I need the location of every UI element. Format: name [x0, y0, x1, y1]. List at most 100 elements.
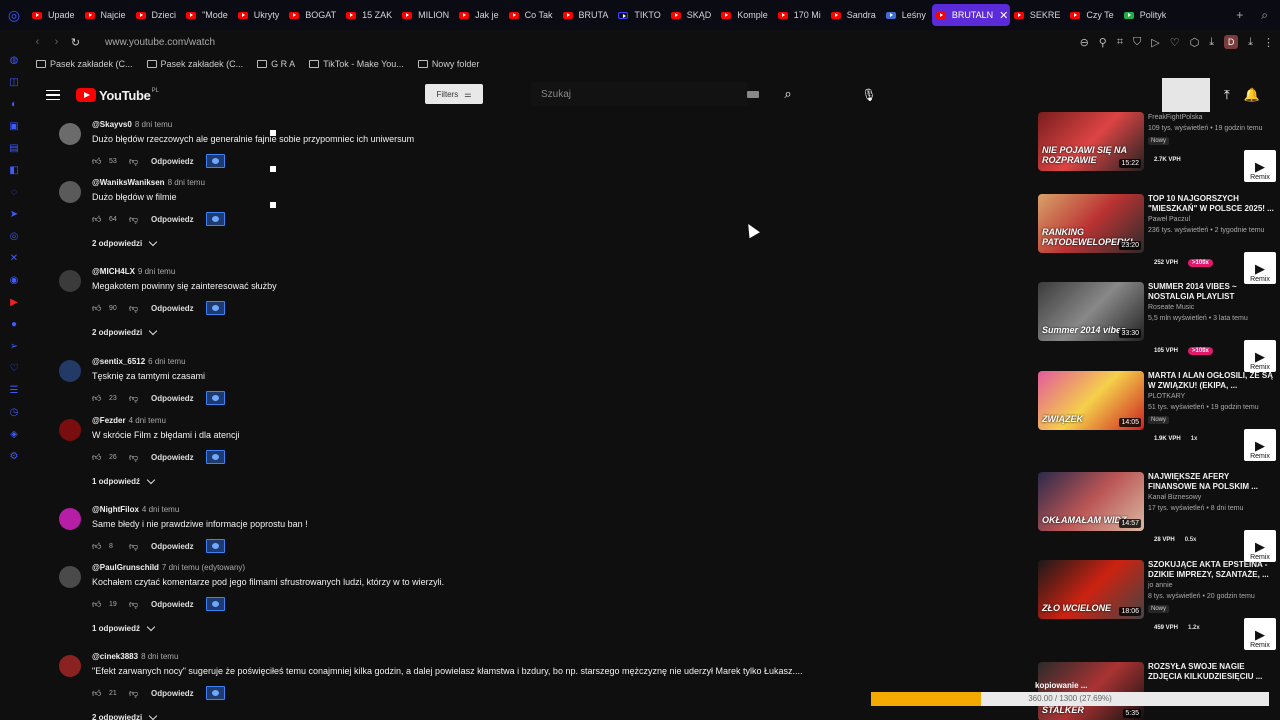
- translate-extension-icon[interactable]: [205, 597, 225, 611]
- browser-tab[interactable]: SEKRE: [1010, 4, 1067, 26]
- video-thumbnail[interactable]: RANKING PATODEWELOPERKI 23:20: [1038, 194, 1144, 253]
- dislike-icon[interactable]: 👎︎: [129, 393, 141, 404]
- show-replies-button[interactable]: 2 odpowiedzi: [92, 326, 158, 337]
- video-title[interactable]: TOP 10 NAJGORSZYCH "MIESZKAŃ" W POLSCE 2…: [1148, 194, 1276, 214]
- comment-time[interactable]: 8 dni temu: [168, 178, 205, 187]
- video-title[interactable]: SZOKUJĄCE AKTA EPSTEINA - DZIKIE IMPREZY…: [1148, 560, 1276, 580]
- browser-tab[interactable]: 170 Mi: [774, 4, 827, 26]
- screenshot-icon[interactable]: ⌗: [1117, 36, 1123, 49]
- video-title[interactable]: ROZSYŁA SWOJE NAGIE ZDJĘCIA KILKUDZIESIĘ…: [1148, 662, 1276, 682]
- browser-tab[interactable]: Sandra: [827, 4, 882, 26]
- sidebar-circle-icon[interactable]: ●: [8, 318, 20, 332]
- browser-tab[interactable]: Komple: [717, 4, 774, 26]
- comment-time[interactable]: 6 dni temu: [148, 357, 185, 366]
- translate-extension-icon[interactable]: [205, 301, 225, 315]
- comment-time[interactable]: 4 dni temu: [129, 416, 166, 425]
- sidebar-heart-icon[interactable]: ♡: [8, 362, 20, 376]
- video-channel[interactable]: PLOTKARY: [1148, 393, 1185, 400]
- comment-time[interactable]: 8 dni temu: [135, 120, 172, 129]
- translate-extension-icon[interactable]: [205, 450, 225, 464]
- profile-avatar[interactable]: D: [1224, 35, 1239, 49]
- comment-time[interactable]: 9 dni temu: [138, 267, 175, 276]
- extensions-icon[interactable]: ⬡: [1190, 36, 1200, 49]
- avatar[interactable]: [59, 360, 81, 382]
- browser-tab[interactable]: Jak je: [455, 4, 505, 26]
- remix-button[interactable]: ▶ Remix: [1244, 530, 1276, 562]
- translate-extension-icon[interactable]: [205, 391, 225, 405]
- reply-button[interactable]: Odpowiedz: [151, 689, 194, 698]
- avatar[interactable]: [59, 181, 81, 203]
- create-button[interactable]: [1162, 78, 1210, 112]
- notifications-bell-icon[interactable]: 🔔: [1244, 87, 1260, 103]
- comment-time[interactable]: 8 dni temu: [141, 652, 178, 661]
- filters-button[interactable]: Filters ⚌: [425, 84, 483, 104]
- browser-tab[interactable]: Leśny: [882, 4, 932, 26]
- browser-tab[interactable]: 15 ZAK: [342, 4, 398, 26]
- browser-tab[interactable]: BRUTALN ✕: [931, 4, 1010, 26]
- play-icon[interactable]: ▷: [1151, 36, 1159, 49]
- browser-tab[interactable]: BOGAT: [285, 4, 342, 26]
- sidebar-chat-icon[interactable]: ◌: [8, 186, 20, 200]
- show-replies-button[interactable]: 2 odpowiedzi: [92, 237, 158, 248]
- remix-button[interactable]: ▶ Remix: [1244, 618, 1276, 650]
- like-icon[interactable]: 👍︎: [92, 214, 102, 224]
- browser-tab[interactable]: BRUTA: [559, 4, 615, 26]
- translate-extension-icon[interactable]: [205, 686, 225, 700]
- back-icon[interactable]: ‹: [28, 36, 47, 48]
- like-icon[interactable]: 👍︎: [92, 541, 102, 551]
- browser-tab[interactable]: SKĄD: [667, 4, 718, 26]
- menu-dots-icon[interactable]: ⋮: [1263, 36, 1274, 49]
- sidebar-youtube-icon[interactable]: ▶: [8, 296, 20, 310]
- close-tab-icon[interactable]: ✕: [999, 9, 1008, 22]
- video-title[interactable]: MARTA I ALAN OGŁOSILI, ŻE SĄ W ZWIĄZKU! …: [1148, 371, 1276, 391]
- sidebar-messenger-icon[interactable]: ◍: [8, 54, 20, 68]
- browser-tab[interactable]: Co Tak: [505, 4, 559, 26]
- video-thumbnail[interactable]: ZŁO WCIELONE 18:06: [1038, 560, 1144, 619]
- video-thumbnail[interactable]: NIE POJAWI SIĘ NA ROZPRAWIE 15:22: [1038, 112, 1144, 171]
- comment-author[interactable]: @Skayvs0: [92, 120, 132, 129]
- like-icon[interactable]: 👍︎: [92, 393, 102, 403]
- avatar[interactable]: [59, 655, 81, 677]
- comment-author[interactable]: @MICH4LX: [92, 267, 135, 276]
- sidebar-telegram-icon[interactable]: ➤: [8, 208, 20, 222]
- bookmark-item[interactable]: Pasek zakładek (C...: [146, 59, 243, 69]
- microphone-icon[interactable]: 🎙: [858, 84, 880, 106]
- browser-tab[interactable]: MILION: [398, 4, 455, 26]
- like-icon[interactable]: 👍︎: [92, 156, 102, 166]
- video-thumbnail[interactable]: STALKER 5:35: [1038, 662, 1144, 720]
- youtube-logo[interactable]: YouTube PL: [76, 88, 159, 103]
- avatar[interactable]: [59, 566, 81, 588]
- show-replies-button[interactable]: 1 odpowiedź: [92, 475, 156, 486]
- browser-tab[interactable]: Upade: [28, 4, 81, 26]
- dislike-icon[interactable]: 👎︎: [129, 452, 141, 463]
- sidebar-settings-icon[interactable]: ⚙: [8, 450, 20, 464]
- pin-icon[interactable]: ⚲: [1099, 36, 1107, 49]
- upload-icon[interactable]: ⤒: [1224, 87, 1230, 103]
- like-icon[interactable]: 👍︎: [92, 688, 102, 698]
- browser-tab[interactable]: TIKTO: [614, 4, 666, 26]
- bookmark-item[interactable]: G R A: [257, 59, 295, 69]
- bookmark-item[interactable]: Nowy folder: [417, 59, 479, 69]
- sidebar-x-icon[interactable]: ✕: [8, 252, 20, 266]
- keyboard-icon[interactable]: [747, 90, 759, 98]
- reply-button[interactable]: Odpowiedz: [151, 215, 194, 224]
- reply-button[interactable]: Odpowiedz: [151, 394, 194, 403]
- bookmark-item[interactable]: TikTok - Make You...: [309, 59, 404, 69]
- avatar[interactable]: [59, 270, 81, 292]
- download-arrow-icon[interactable]: ⤓: [1248, 36, 1253, 49]
- translate-extension-icon[interactable]: [205, 212, 225, 226]
- translate-extension-icon[interactable]: [205, 539, 225, 553]
- browser-tab[interactable]: Polityk: [1120, 4, 1173, 26]
- reply-button[interactable]: Odpowiedz: [151, 453, 194, 462]
- hamburger-menu-icon[interactable]: [46, 89, 60, 101]
- video-channel[interactable]: Kanał Biznesowy: [1148, 494, 1201, 501]
- bookmark-item[interactable]: Pasek zakładek (C...: [36, 59, 133, 69]
- sidebar-list-icon[interactable]: ☰: [8, 384, 20, 398]
- tab-search-icon[interactable]: ⌕: [1261, 8, 1268, 23]
- browser-tab[interactable]: Dzieci: [132, 4, 183, 26]
- video-channel[interactable]: Roseate Music: [1148, 304, 1194, 311]
- dislike-icon[interactable]: 👎︎: [129, 214, 141, 225]
- like-icon[interactable]: 👍︎: [92, 599, 102, 609]
- comment-author[interactable]: @WaniksWaniksen: [92, 178, 165, 187]
- comment-time[interactable]: 7 dni temu (edytowany): [162, 563, 245, 572]
